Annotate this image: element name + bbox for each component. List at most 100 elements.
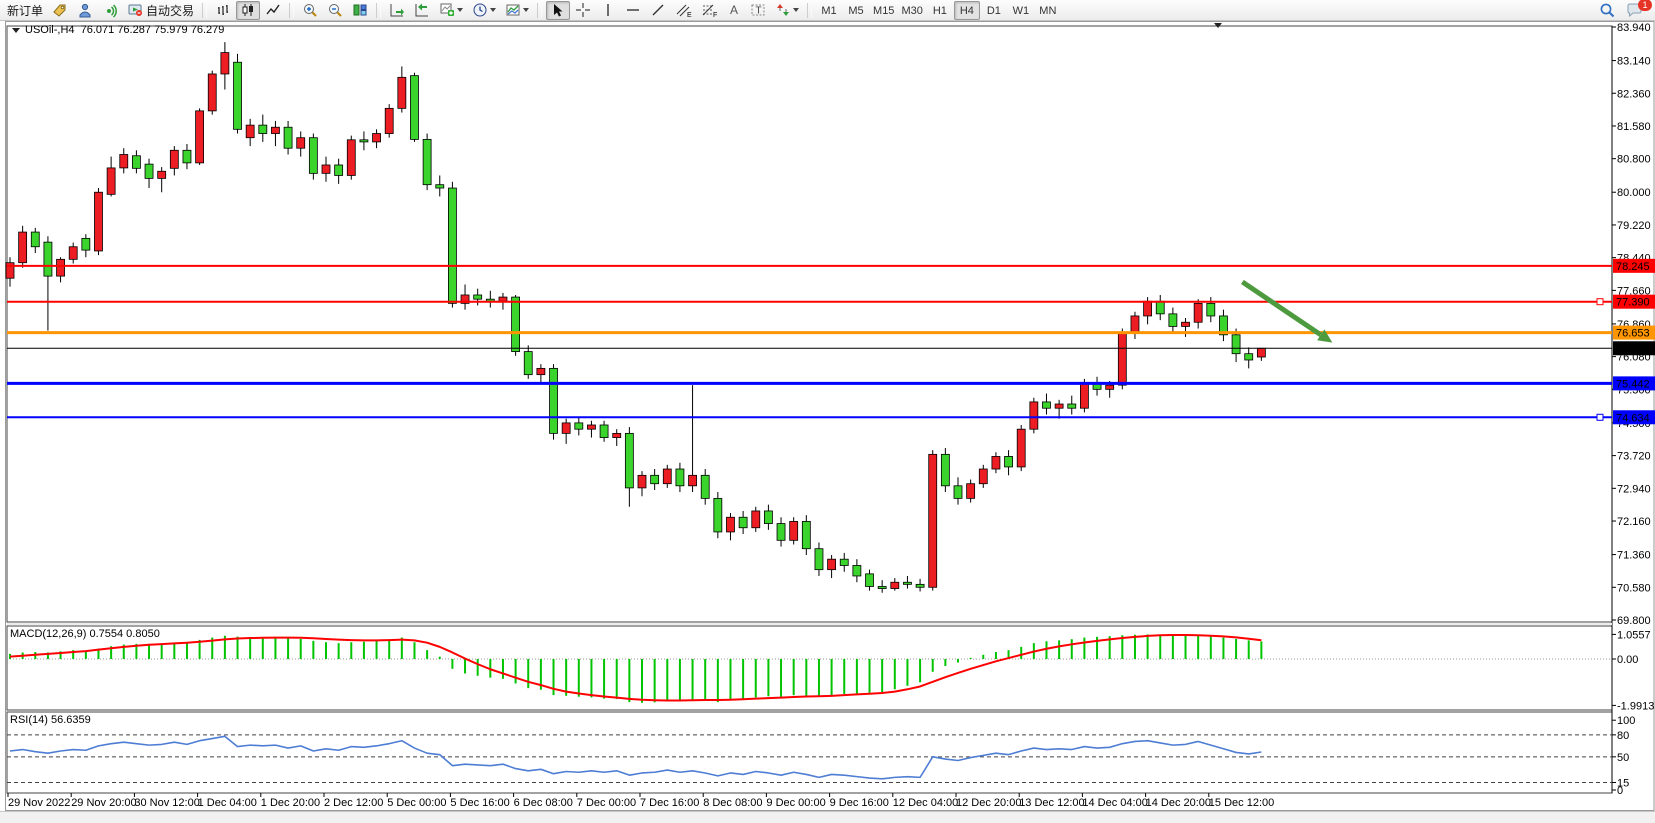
crosshair-icon bbox=[575, 2, 591, 18]
fibonacci-button[interactable]: F bbox=[697, 1, 722, 20]
auto-trading-icon bbox=[127, 2, 143, 18]
svg-text:F: F bbox=[713, 12, 717, 18]
vertical-line-icon bbox=[600, 2, 616, 18]
rsi-indicator-label: RSI(14) 56.6359 bbox=[10, 714, 91, 726]
svg-text:29 Nov 20:00: 29 Nov 20:00 bbox=[71, 797, 136, 809]
symbol-dropdown-icon[interactable] bbox=[12, 28, 20, 33]
text-button[interactable]: A bbox=[723, 1, 745, 20]
chart-window-frame bbox=[6, 22, 1655, 811]
timeframe-button-D1[interactable]: D1 bbox=[981, 1, 1007, 20]
timeframe-button-W1[interactable]: W1 bbox=[1008, 1, 1034, 20]
auto-scroll-button[interactable] bbox=[385, 1, 409, 20]
svg-text:80.000: 80.000 bbox=[1617, 187, 1651, 199]
svg-text:12 Dec 04:00: 12 Dec 04:00 bbox=[893, 797, 958, 809]
templates-button[interactable] bbox=[501, 1, 533, 20]
text-label-icon: T bbox=[750, 2, 766, 18]
timeframe-button-M15[interactable]: M15 bbox=[870, 1, 897, 20]
tile-windows-button[interactable] bbox=[348, 1, 372, 20]
template-icon bbox=[505, 2, 521, 18]
timeframe-button-M1[interactable]: M1 bbox=[816, 1, 842, 20]
svg-text:14 Dec 04:00: 14 Dec 04:00 bbox=[1082, 797, 1147, 809]
svg-text:5 Dec 00:00: 5 Dec 00:00 bbox=[387, 797, 446, 809]
person-icon bbox=[77, 2, 93, 18]
timeframe-button-M5[interactable]: M5 bbox=[843, 1, 869, 20]
svg-text:E: E bbox=[687, 12, 692, 18]
signals-button[interactable] bbox=[98, 1, 122, 20]
svg-text:A: A bbox=[730, 3, 738, 17]
toolbar-separator bbox=[807, 3, 812, 18]
chart-canvas[interactable]: 83.94083.14082.36081.58080.80080.00079.2… bbox=[0, 0, 1655, 811]
cursor-icon bbox=[550, 2, 566, 18]
arrows-button[interactable] bbox=[771, 1, 803, 20]
notification-count-badge: 1 bbox=[1638, 0, 1652, 11]
trendline-icon bbox=[650, 2, 666, 18]
svg-text:29 Nov 2022: 29 Nov 2022 bbox=[8, 797, 70, 809]
svg-text:5 Dec 16:00: 5 Dec 16:00 bbox=[450, 797, 509, 809]
svg-text:0.00: 0.00 bbox=[1617, 654, 1638, 666]
svg-text:8 Dec 08:00: 8 Dec 08:00 bbox=[703, 797, 762, 809]
svg-text:14 Dec 20:00: 14 Dec 20:00 bbox=[1146, 797, 1211, 809]
svg-text:80.800: 80.800 bbox=[1617, 154, 1651, 166]
horizontal-line-button[interactable] bbox=[621, 1, 645, 20]
svg-text:78.245: 78.245 bbox=[1616, 261, 1650, 273]
zoom-out-button[interactable] bbox=[323, 1, 347, 20]
chart-shift-icon bbox=[414, 2, 430, 18]
line-chart-button[interactable] bbox=[261, 1, 285, 20]
svg-text:9 Dec 00:00: 9 Dec 00:00 bbox=[766, 797, 825, 809]
timeframe-button-H1[interactable]: H1 bbox=[927, 1, 953, 20]
notifications-button[interactable]: 1 bbox=[1622, 1, 1648, 20]
svg-text:74.634: 74.634 bbox=[1616, 412, 1650, 424]
text-label-button[interactable]: T bbox=[746, 1, 770, 20]
trendline-button[interactable] bbox=[646, 1, 670, 20]
crosshair-button[interactable] bbox=[571, 1, 595, 20]
chart-title-text: USOil-,H4 76.071 76.287 75.979 76.279 bbox=[25, 24, 224, 36]
pane-separators[interactable] bbox=[7, 623, 1612, 625]
bar-chart-icon bbox=[215, 2, 231, 18]
svg-text:1.0557: 1.0557 bbox=[1617, 629, 1651, 641]
status-bar bbox=[0, 811, 1655, 823]
svg-text:-1.9913: -1.9913 bbox=[1617, 700, 1654, 712]
arrows-icon bbox=[775, 2, 791, 18]
periods-button[interactable] bbox=[468, 1, 500, 20]
vertical-line-button[interactable] bbox=[596, 1, 620, 20]
svg-text:1 Dec 04:00: 1 Dec 04:00 bbox=[198, 797, 257, 809]
candlestick-icon bbox=[240, 2, 256, 18]
indicators-button[interactable] bbox=[435, 1, 467, 20]
timeframe-button-H4[interactable]: H4 bbox=[954, 1, 980, 20]
price-alert-button[interactable] bbox=[48, 1, 72, 20]
bar-chart-button[interactable] bbox=[211, 1, 235, 20]
svg-text:13 Dec 12:00: 13 Dec 12:00 bbox=[1019, 797, 1084, 809]
svg-text:73.720: 73.720 bbox=[1617, 451, 1651, 463]
svg-text:2 Dec 12:00: 2 Dec 12:00 bbox=[324, 797, 383, 809]
candlestick-chart-button[interactable] bbox=[236, 1, 260, 20]
chevron-down-icon bbox=[523, 8, 529, 12]
svg-text:70.580: 70.580 bbox=[1617, 582, 1651, 594]
zoom-out-icon bbox=[327, 2, 343, 18]
search-button[interactable] bbox=[1595, 1, 1620, 20]
svg-text:76.279: 76.279 bbox=[1616, 343, 1650, 355]
contacts-button[interactable] bbox=[73, 1, 97, 20]
toolbar-right-group: 1 bbox=[1595, 1, 1652, 20]
zoom-in-icon bbox=[302, 2, 318, 18]
main-toolbar: 新订单 自动交易 bbox=[0, 0, 1655, 21]
chevron-down-icon bbox=[490, 8, 496, 12]
svg-text:15 Dec 12:00: 15 Dec 12:00 bbox=[1209, 797, 1274, 809]
svg-text:83.940: 83.940 bbox=[1617, 22, 1651, 34]
timeframe-button-MN[interactable]: MN bbox=[1035, 1, 1061, 20]
gold-tag-icon bbox=[52, 2, 68, 18]
line-chart-icon bbox=[265, 2, 281, 18]
cursor-button[interactable] bbox=[546, 1, 570, 20]
svg-text:100: 100 bbox=[1617, 715, 1635, 727]
svg-text:T: T bbox=[756, 6, 762, 17]
clock-icon bbox=[472, 2, 488, 18]
toolbar-separator bbox=[537, 3, 542, 18]
new-order-button[interactable]: 新订单 bbox=[3, 1, 47, 20]
chart-shift-button[interactable] bbox=[410, 1, 434, 20]
svg-text:69.800: 69.800 bbox=[1617, 615, 1651, 627]
horizontal-line-icon bbox=[625, 2, 641, 18]
channel-button[interactable]: E bbox=[671, 1, 696, 20]
auto-trading-label: 自动交易 bbox=[146, 2, 194, 19]
timeframe-button-M30[interactable]: M30 bbox=[898, 1, 925, 20]
zoom-in-button[interactable] bbox=[298, 1, 322, 20]
auto-trading-button[interactable]: 自动交易 bbox=[123, 1, 198, 20]
